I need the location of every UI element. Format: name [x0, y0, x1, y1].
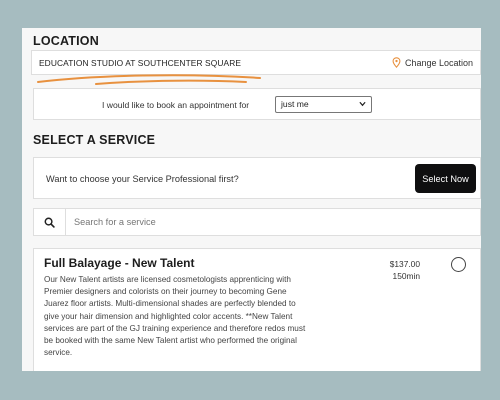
- chevron-down-icon: [359, 101, 366, 107]
- change-location-label: Change Location: [404, 57, 473, 68]
- choose-professional-card: Want to choose your Service Professional…: [33, 157, 481, 199]
- service-search: [33, 208, 481, 236]
- service-duration: 150min: [392, 271, 420, 281]
- booking-for-row: I would like to book an appointment for …: [33, 88, 481, 120]
- select-now-button[interactable]: Select Now: [415, 164, 476, 193]
- service-select-radio[interactable]: [451, 257, 466, 272]
- map-pin-icon: [392, 57, 401, 68]
- location-card: EDUCATION STUDIO AT SOUTHCENTER SQUARE C…: [31, 50, 481, 75]
- service-heading: SELECT A SERVICE: [33, 133, 156, 147]
- location-heading: LOCATION: [33, 34, 99, 48]
- service-description: Our New Talent artists are licensed cosm…: [44, 275, 306, 358]
- service-name: Full Balayage - New Talent: [44, 256, 195, 270]
- change-location-link[interactable]: Change Location: [392, 57, 473, 68]
- search-icon: [44, 217, 55, 228]
- underline-swoosh: [37, 74, 261, 85]
- service-search-input[interactable]: [74, 217, 454, 227]
- booking-for-label: I would like to book an appointment for: [102, 100, 250, 110]
- location-name: EDUCATION STUDIO AT SOUTHCENTER SQUARE: [39, 58, 242, 68]
- service-card[interactable]: Full Balayage - New Talent Our New Talen…: [33, 248, 481, 371]
- service-price: $137.00: [389, 259, 420, 269]
- booking-for-select[interactable]: just me: [275, 96, 372, 113]
- booking-for-value: just me: [281, 99, 309, 109]
- choose-professional-prompt: Want to choose your Service Professional…: [46, 174, 239, 184]
- booking-panel: LOCATION EDUCATION STUDIO AT SOUTHCENTER…: [22, 28, 481, 371]
- search-button[interactable]: [34, 209, 66, 235]
